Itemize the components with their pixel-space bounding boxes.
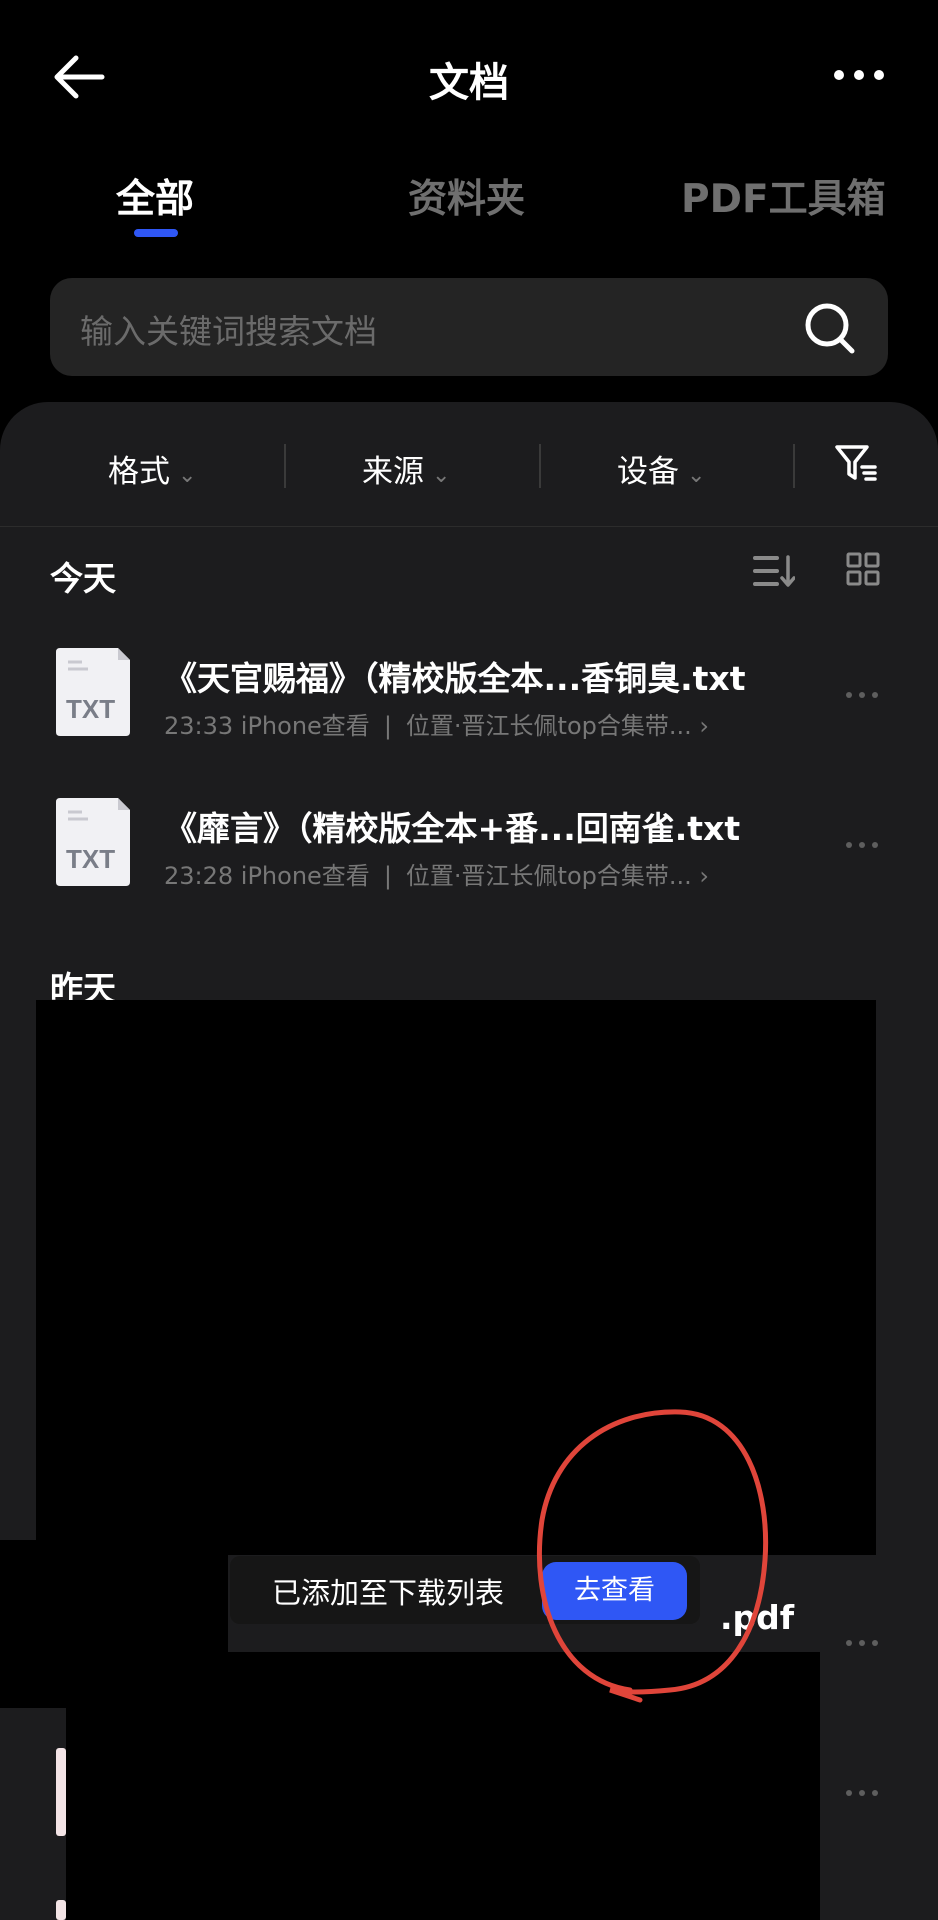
file-meta: 23:28 iPhone查看 | 位置·晋江长佩top合集带... › (164, 862, 709, 890)
filter-device[interactable]: 设备 ⌄ (617, 446, 705, 491)
filter-source[interactable]: 来源 ⌄ (362, 446, 450, 491)
more-options-icon[interactable] (832, 60, 886, 90)
divider (0, 526, 938, 527)
file-thumbnail-edge (56, 1748, 66, 1836)
sort-icon[interactable] (753, 554, 795, 588)
file-meta: 23:33 iPhone查看 | 位置·晋江长佩top合集带... › (164, 712, 709, 740)
section-today: 今天 (50, 559, 116, 598)
file-row[interactable]: TXT 《靡言》（精校版全本+番...回南雀.txt 23:28 iPhone查… (0, 788, 938, 912)
file-location: 位置·晋江长佩top合集带... › (405, 712, 709, 740)
annotation-circle (536, 1409, 769, 1703)
file-time: 23:33 iPhone查看 (164, 712, 370, 740)
chevron-down-icon: ⌄ (178, 463, 197, 488)
file-thumbnail-edge (56, 1900, 66, 1920)
page-title: 文档 (429, 60, 509, 106)
filter-format[interactable]: 格式 ⌄ (108, 446, 196, 491)
chevron-down-icon: ⌄ (687, 463, 706, 488)
filter-device-label: 设备 (617, 454, 679, 490)
search-bar[interactable]: 输入关键词搜索文档 (50, 278, 888, 376)
file-type-label: TXT (66, 694, 115, 724)
filter-icon[interactable] (834, 442, 878, 486)
filter-source-label: 来源 (362, 454, 424, 490)
row-more-icon[interactable] (845, 840, 879, 850)
grid-view-icon[interactable] (846, 552, 880, 586)
file-name: 《天官赐福》（精校版全本...香铜臭.txt (164, 659, 746, 698)
active-tab-indicator (134, 229, 178, 237)
search-icon[interactable] (802, 300, 858, 356)
file-type-label: TXT (66, 844, 115, 874)
file-name: 《靡言》（精校版全本+番...回南雀.txt (164, 809, 741, 848)
filter-format-label: 格式 (108, 454, 170, 490)
filter-divider (793, 444, 795, 488)
txt-file-icon: TXT (56, 798, 130, 886)
row-more-icon[interactable] (845, 1638, 879, 1648)
filter-divider (539, 444, 541, 488)
file-location: 位置·晋江长佩top合集带... › (405, 862, 709, 890)
chevron-down-icon: ⌄ (432, 463, 451, 488)
row-more-icon[interactable] (845, 1788, 879, 1798)
row-more-icon[interactable] (845, 690, 879, 700)
file-time: 23:28 iPhone查看 (164, 862, 370, 890)
file-row[interactable]: TXT 《天官赐福》（精校版全本...香铜臭.txt 23:33 iPhone查… (0, 638, 938, 762)
filter-divider (284, 444, 286, 488)
search-input[interactable]: 输入关键词搜索文档 (80, 305, 377, 353)
toast-message: 已添加至下载列表 (272, 1576, 505, 1610)
tab-all[interactable]: 全部 (116, 168, 194, 224)
txt-file-icon: TXT (56, 648, 130, 736)
tab-folders[interactable]: 资料夹 (408, 168, 525, 224)
tab-pdf-toolbox[interactable]: PDF工具箱 (681, 168, 886, 224)
